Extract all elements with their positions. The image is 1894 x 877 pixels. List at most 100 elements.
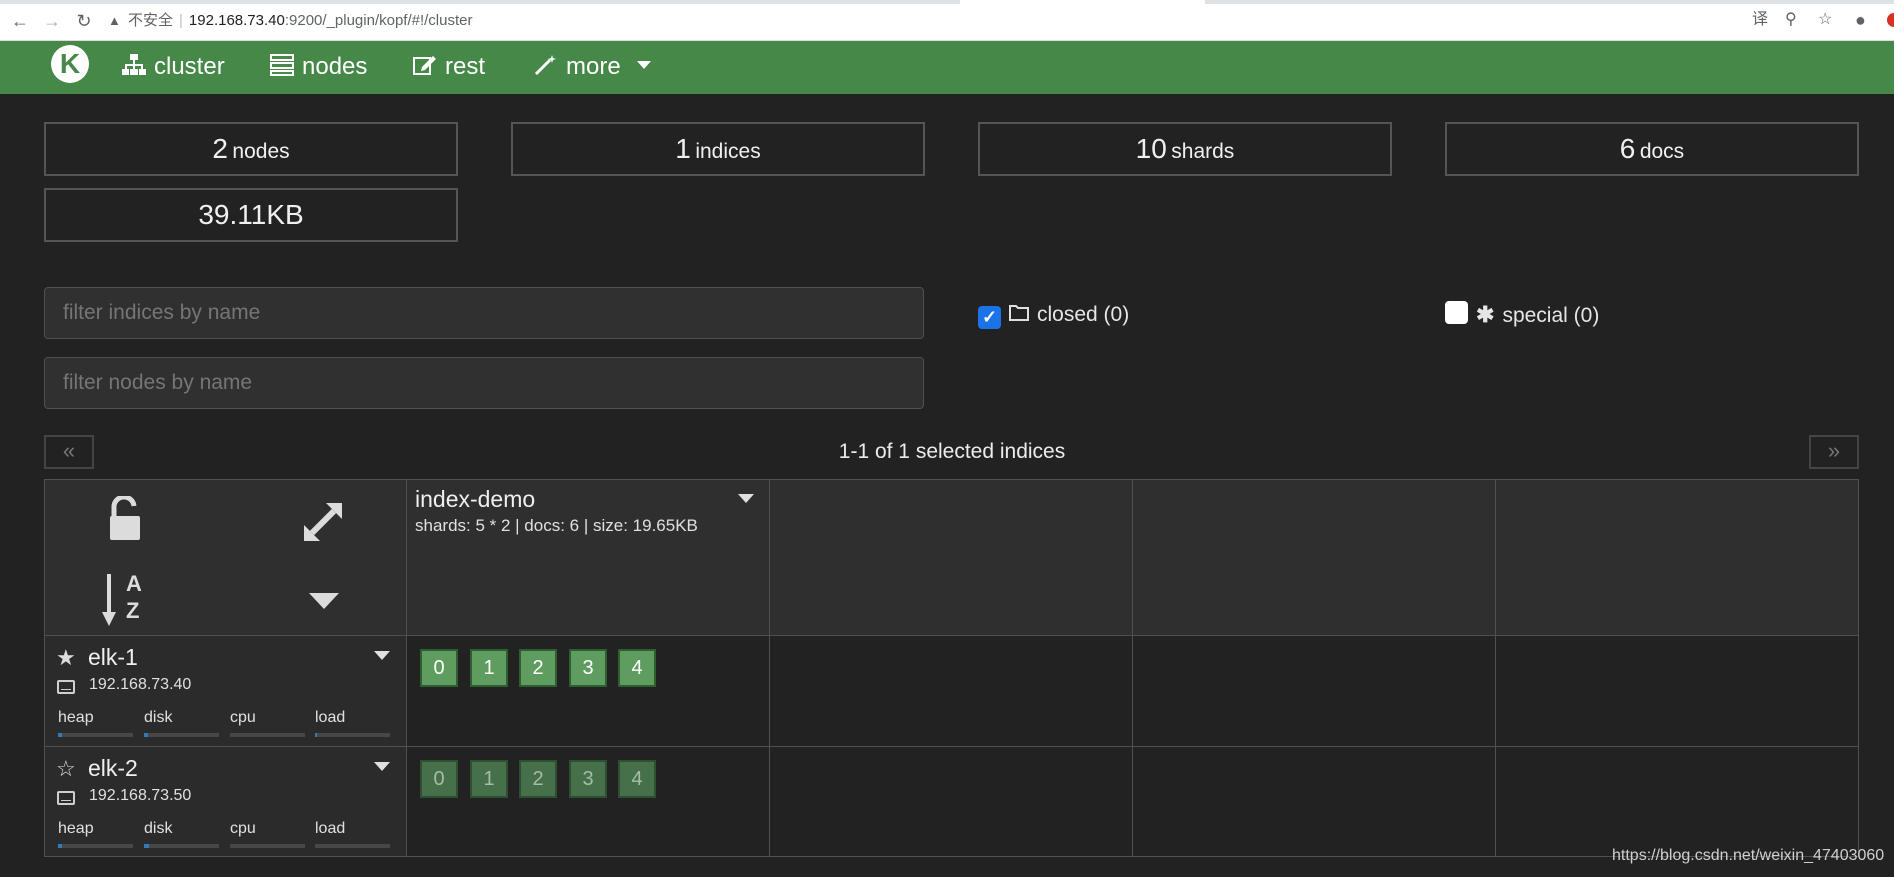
node-name[interactable]: elk-2	[88, 755, 138, 782]
node-ip: 192.168.73.50	[89, 787, 192, 804]
reload-icon[interactable]: ↻	[75, 12, 93, 30]
nav-nodes[interactable]: nodes	[270, 53, 367, 81]
replica-shard[interactable]: 4	[618, 760, 656, 798]
primary-shard[interactable]: 0	[420, 649, 458, 687]
stat-indices-unit: indices	[695, 140, 761, 163]
primary-shard[interactable]: 4	[618, 649, 656, 687]
special-checkbox[interactable]	[1445, 301, 1468, 324]
stat-shards-count: 10	[1135, 133, 1167, 164]
asterisk-icon: ✱	[1476, 302, 1495, 327]
stat-size: 39.11KB	[44, 188, 458, 242]
expand-icon[interactable]	[300, 499, 346, 550]
metric-bar-fill	[58, 733, 62, 737]
watermark: https://blog.csdn.net/weixin_47403060	[1612, 847, 1885, 864]
primary-shard[interactable]: 1	[470, 649, 508, 687]
stat-shards: 10 shards	[978, 122, 1392, 176]
nav-cluster-label: cluster	[154, 53, 225, 80]
metric-bar-fill	[144, 733, 148, 737]
hdd-icon	[57, 791, 75, 805]
metric-bar-load	[315, 733, 390, 737]
stat-nodes-count: 2	[212, 133, 228, 164]
profile-icon[interactable]: ●	[1855, 11, 1866, 29]
closed-checkbox[interactable]	[978, 306, 1001, 329]
nav-cluster[interactable]: cluster	[122, 53, 225, 81]
stat-shards-unit: shards	[1171, 140, 1235, 163]
index-dropdown-icon[interactable]	[738, 494, 754, 503]
edit-icon	[413, 56, 436, 75]
stat-indices: 1 indices	[511, 122, 925, 176]
metric-bar-cpu	[230, 733, 305, 737]
hdd-icon	[57, 680, 75, 694]
primary-shard[interactable]: 2	[519, 649, 557, 687]
replica-shard[interactable]: 2	[519, 760, 557, 798]
index-meta: shards: 5 * 2 | docs: 6 | size: 19.65KB	[415, 516, 698, 535]
index-name[interactable]: index-demo	[415, 486, 535, 513]
metric-bar-heap	[58, 733, 133, 737]
translate-icon[interactable]: 译	[1752, 11, 1768, 29]
filter-indices-input[interactable]	[44, 287, 924, 339]
stat-nodes-unit: nodes	[232, 140, 290, 163]
prev-page-button[interactable]: «	[44, 435, 94, 469]
tab-strip	[0, 0, 1894, 4]
server-icon	[270, 54, 294, 76]
address-separator: |	[179, 12, 183, 29]
metric-bar-disk	[144, 844, 219, 848]
grid-divider	[44, 635, 1859, 636]
url-path: :9200/_plugin/kopf/#!/cluster	[284, 12, 473, 29]
node-name[interactable]: elk-1	[88, 644, 138, 671]
closed-filter[interactable]: closed (0)	[978, 298, 1129, 332]
replica-shard[interactable]: 3	[569, 760, 607, 798]
kopf-logo[interactable]: K	[51, 45, 89, 83]
back-icon[interactable]: ←	[11, 12, 29, 30]
stat-docs-unit: docs	[1639, 140, 1685, 163]
browser-toolbar: ← → ↻ ▲ 不安全 | 192.168.73.40:9200/_plugin/ko…	[0, 0, 1894, 41]
primary-shard[interactable]: 3	[569, 649, 607, 687]
metric-label-load: load	[315, 709, 346, 726]
address-bar[interactable]: ▲ 不安全 | 192.168.73.40:9200/_plugin/kopf/#!/…	[108, 9, 1508, 33]
special-label: special (0)	[1502, 304, 1600, 327]
node-dropdown-icon[interactable]	[374, 651, 390, 660]
unlock-icon[interactable]	[106, 494, 146, 547]
replica-shard[interactable]: 0	[420, 760, 458, 798]
metric-label-cpu: cpu	[230, 709, 256, 726]
closed-label: closed (0)	[1037, 303, 1130, 326]
metric-label-disk: disk	[144, 820, 173, 837]
metric-label-heap: heap	[58, 709, 94, 726]
next-page-button[interactable]: »	[1809, 435, 1859, 469]
warning-icon: ▲	[108, 13, 121, 28]
star-outline-icon[interactable]: ☆	[56, 758, 76, 780]
sitemap-icon	[122, 54, 146, 75]
grid-divider	[1495, 479, 1496, 857]
bookmark-star-icon[interactable]: ☆	[1818, 11, 1832, 29]
metric-bar-fill	[144, 844, 150, 848]
magic-wand-icon	[534, 55, 556, 76]
active-tab[interactable]	[960, 0, 1205, 4]
nav-more[interactable]: more	[534, 53, 652, 81]
stat-docs: 6 docs	[1445, 122, 1859, 176]
stat-indices-count: 1	[675, 133, 691, 164]
sort-alpha-icon[interactable]: A Z	[100, 572, 156, 628]
nav-nodes-label: nodes	[302, 53, 368, 80]
extension-badge-icon[interactable]	[1887, 13, 1894, 27]
chevron-down-icon	[637, 61, 652, 69]
metric-bar-load	[315, 844, 390, 848]
filter-nodes-input[interactable]	[44, 357, 924, 409]
metric-label-disk: disk	[144, 709, 173, 726]
header-dropdown-icon[interactable]	[309, 593, 339, 609]
grid-divider	[44, 746, 1859, 747]
replica-shard[interactable]: 1	[470, 760, 508, 798]
pager-label-text: 1-1 of 1 selected indices	[838, 440, 1066, 463]
metric-label-load: load	[315, 820, 346, 837]
master-star-icon[interactable]: ★	[56, 647, 76, 669]
zoom-icon[interactable]: ⚲	[1785, 11, 1797, 29]
sort-letter-a: A	[126, 571, 142, 596]
special-filter[interactable]: ✱ special (0)	[1445, 298, 1599, 332]
nav-rest[interactable]: rest	[413, 53, 485, 81]
metric-bar-fill	[315, 733, 317, 737]
forward-icon[interactable]: →	[43, 12, 61, 30]
metric-bar-disk	[144, 733, 219, 737]
node-dropdown-icon[interactable]	[374, 762, 390, 771]
metric-label-cpu: cpu	[230, 820, 256, 837]
metric-label-heap: heap	[58, 820, 94, 837]
metric-bar-fill	[58, 844, 62, 848]
